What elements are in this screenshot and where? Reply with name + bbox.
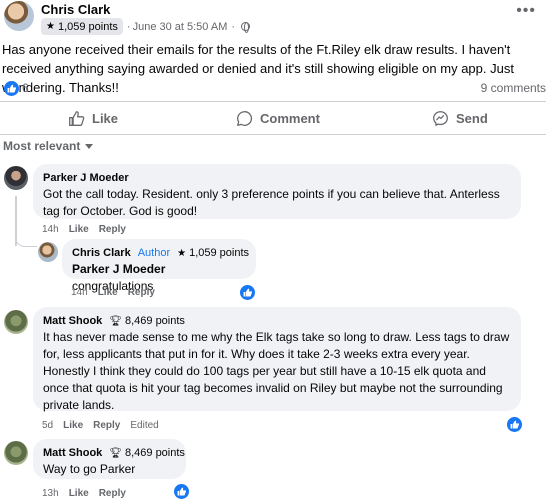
post-meta: ★ 1,059 points · June 30 at 5:50 AM · bbox=[41, 18, 251, 35]
points-badge: 🏆︎ 8,469 points bbox=[109, 447, 185, 459]
like-button[interactable]: Like bbox=[68, 104, 118, 132]
comment-author[interactable]: Matt Shook bbox=[43, 315, 102, 327]
reactions-summary[interactable]: 6 9 comments bbox=[0, 80, 546, 98]
comment-time[interactable]: 14h bbox=[42, 224, 59, 235]
like-reaction-icon[interactable] bbox=[240, 285, 255, 300]
like-reaction-icon[interactable] bbox=[507, 417, 522, 432]
post-timestamp[interactable]: June 30 at 5:50 AM bbox=[133, 21, 228, 33]
post-author-name[interactable]: Chris Clark bbox=[41, 2, 110, 17]
send-button-label: Send bbox=[456, 110, 488, 126]
comment-reply-button[interactable]: Reply bbox=[99, 488, 126, 499]
trophy-icon: 🏆︎ bbox=[109, 447, 122, 459]
points-label: 1,059 points bbox=[189, 247, 250, 259]
meta-separator-2: · bbox=[231, 20, 236, 33]
globe-icon bbox=[241, 22, 251, 33]
avatar[interactable] bbox=[4, 166, 28, 190]
comment-text: Got the call today. Resident. only 3 pre… bbox=[43, 187, 500, 218]
messenger-icon bbox=[433, 110, 448, 126]
comment-author-row: Chris Clark Author ★ 1,059 points bbox=[72, 245, 249, 261]
comment-actions: 14h Like Reply bbox=[71, 287, 165, 298]
like-reaction-icon[interactable] bbox=[174, 484, 189, 499]
comment-sort-dropdown[interactable]: Most relevant bbox=[3, 139, 94, 153]
comment-bubble: Parker J Moeder Got the call today. Resi… bbox=[33, 164, 521, 219]
send-button[interactable]: Send bbox=[432, 104, 488, 132]
meta-separator: · bbox=[126, 20, 131, 33]
comment-like-button[interactable]: Like bbox=[69, 224, 89, 235]
mention-link[interactable]: Parker J Moeder bbox=[72, 262, 165, 276]
reaction-count[interactable]: 6 bbox=[22, 81, 29, 95]
sort-label: Most relevant bbox=[3, 139, 81, 153]
like-reaction-icon bbox=[4, 81, 19, 96]
divider bbox=[0, 134, 546, 135]
points-badge: ★ 1,059 points bbox=[41, 18, 123, 35]
comment-author[interactable]: Parker J Moeder bbox=[43, 170, 511, 186]
star-icon: ★ bbox=[177, 247, 187, 259]
points-label: 8,469 points bbox=[124, 315, 185, 327]
comment-bubble: Matt Shook 🏆︎ 8,469 points It has never … bbox=[33, 307, 521, 412]
comment-bubble: Matt Shook 🏆︎ 8,469 points Way to go Par… bbox=[33, 439, 186, 479]
comment-actions: 14h Like Reply bbox=[42, 224, 136, 235]
author-badge: Author bbox=[137, 247, 171, 259]
points-badge: 🏆︎ 8,469 points bbox=[109, 315, 185, 327]
comment-reply-button[interactable]: Reply bbox=[99, 224, 126, 235]
comment-time[interactable]: 14h bbox=[71, 287, 88, 298]
comment-icon bbox=[237, 110, 253, 126]
points-label: 8,469 points bbox=[124, 447, 185, 459]
comment-author-row: Matt Shook 🏆︎ 8,469 points bbox=[43, 313, 511, 329]
comment-author-row: Matt Shook 🏆︎ 8,469 points bbox=[43, 445, 185, 461]
comment-count[interactable]: 9 comments bbox=[481, 81, 546, 95]
comment-text: Way to go Parker bbox=[43, 462, 136, 476]
comment-reply-button[interactable]: Reply bbox=[93, 420, 120, 431]
comment-time[interactable]: 5d bbox=[42, 420, 53, 431]
points-label: 1,059 points bbox=[57, 20, 118, 33]
avatar[interactable] bbox=[4, 441, 28, 465]
comment-text: It has never made sense to me why the El… bbox=[43, 330, 510, 412]
caret-down-icon bbox=[85, 143, 94, 149]
avatar[interactable] bbox=[38, 242, 58, 262]
comment-reply-button[interactable]: Reply bbox=[128, 287, 155, 298]
more-options-icon[interactable]: ••• bbox=[516, 2, 536, 20]
post-header: Chris Clark ★ 1,059 points · June 30 at … bbox=[0, 0, 546, 38]
edited-label: Edited bbox=[130, 420, 159, 431]
like-button-label: Like bbox=[92, 110, 119, 126]
comment-like-button[interactable]: Like bbox=[69, 488, 89, 499]
avatar[interactable] bbox=[4, 310, 28, 334]
comment-button[interactable]: Comment bbox=[236, 104, 320, 132]
comment-author[interactable]: Chris Clark bbox=[72, 247, 131, 259]
star-icon: ★ bbox=[46, 21, 55, 32]
comment-time[interactable]: 13h bbox=[42, 488, 59, 499]
thumbs-up-icon bbox=[69, 110, 85, 126]
comment-like-button[interactable]: Like bbox=[98, 287, 118, 298]
comment-author[interactable]: Matt Shook bbox=[43, 447, 102, 459]
divider bbox=[0, 101, 546, 102]
avatar[interactable] bbox=[4, 1, 34, 31]
trophy-icon: 🏆︎ bbox=[109, 315, 122, 327]
comment-like-button[interactable]: Like bbox=[63, 420, 83, 431]
comment-actions: 13h Like Reply bbox=[42, 488, 136, 499]
post-actions: Like Comment Send bbox=[0, 104, 546, 132]
comment-button-label: Comment bbox=[260, 110, 320, 126]
points-badge: ★ 1,059 points bbox=[177, 247, 249, 259]
comment-bubble: Chris Clark Author ★ 1,059 points Parker… bbox=[62, 239, 256, 293]
thread-connector bbox=[15, 230, 37, 247]
comment-actions: 5d Like Reply Edited bbox=[42, 420, 169, 431]
